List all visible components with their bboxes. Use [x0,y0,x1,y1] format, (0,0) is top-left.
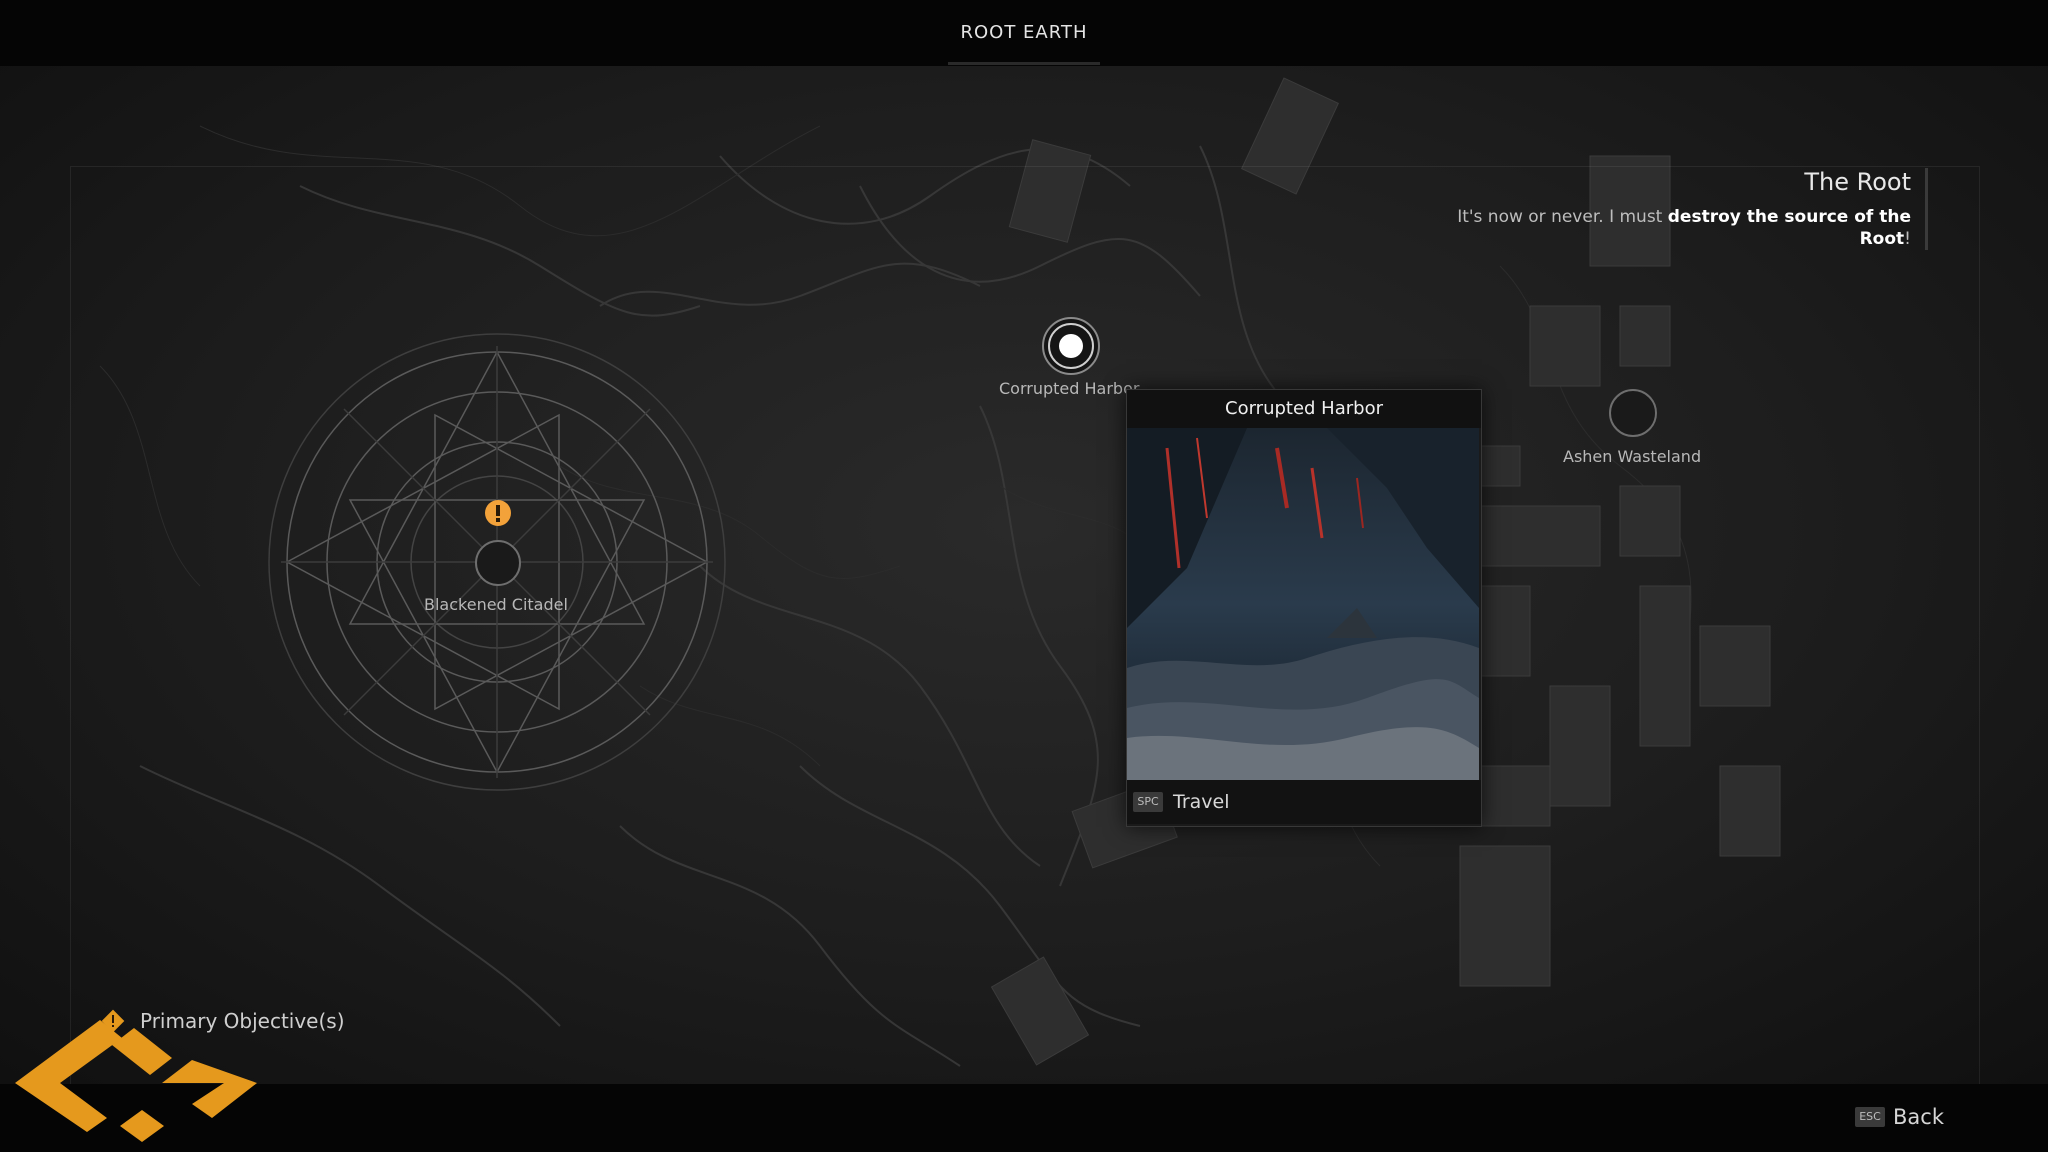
selected-location-icon [1042,317,1100,375]
objective-panel: The Root It's now or never. I must destr… [1411,168,1928,250]
back-button[interactable]: ESC Back [1855,1105,1944,1129]
travel-key-hint: SPC [1133,792,1163,812]
bottom-bar [0,1084,2048,1152]
title-underline [948,62,1100,65]
objective-title: The Root [1804,168,1911,196]
location-marker-blackened-citadel[interactable] [473,538,523,588]
location-node-icon [475,540,521,586]
objective-desc-bold: destroy the source of the Root [1667,207,1911,249]
location-label-corrupted-harbor: Corrupted Harbor [999,379,1140,398]
region-title: ROOT EARTH [960,22,1088,43]
back-key-hint: ESC [1855,1107,1886,1127]
map-frame [70,166,1980,1084]
location-label-ashen-wasteland: Ashen Wasteland [1563,447,1702,466]
location-node-icon [1609,389,1657,437]
objective-alert-icon [484,499,512,527]
site-logo [15,1020,257,1142]
top-bar: ROOT EARTH [0,0,2048,66]
location-label-blackened-citadel: Blackened Citadel [424,595,568,614]
location-preview-image [1127,428,1479,780]
travel-action[interactable]: SPC Travel [1127,780,1481,824]
objective-desc-end: ! [1904,229,1911,249]
objective-desc-plain: It's now or never. I must [1457,207,1668,227]
location-marker-ashen-wasteland[interactable] [1608,388,1658,438]
objective-description: It's now or never. I must destroy the so… [1411,206,1911,250]
location-marker-corrupted-harbor[interactable] [1041,316,1101,376]
location-popup: Corrupted Harbor SPC Travel [1126,389,1482,827]
popup-title: Corrupted Harbor [1127,390,1481,428]
travel-label: Travel [1173,791,1230,813]
back-label: Back [1893,1105,1944,1129]
